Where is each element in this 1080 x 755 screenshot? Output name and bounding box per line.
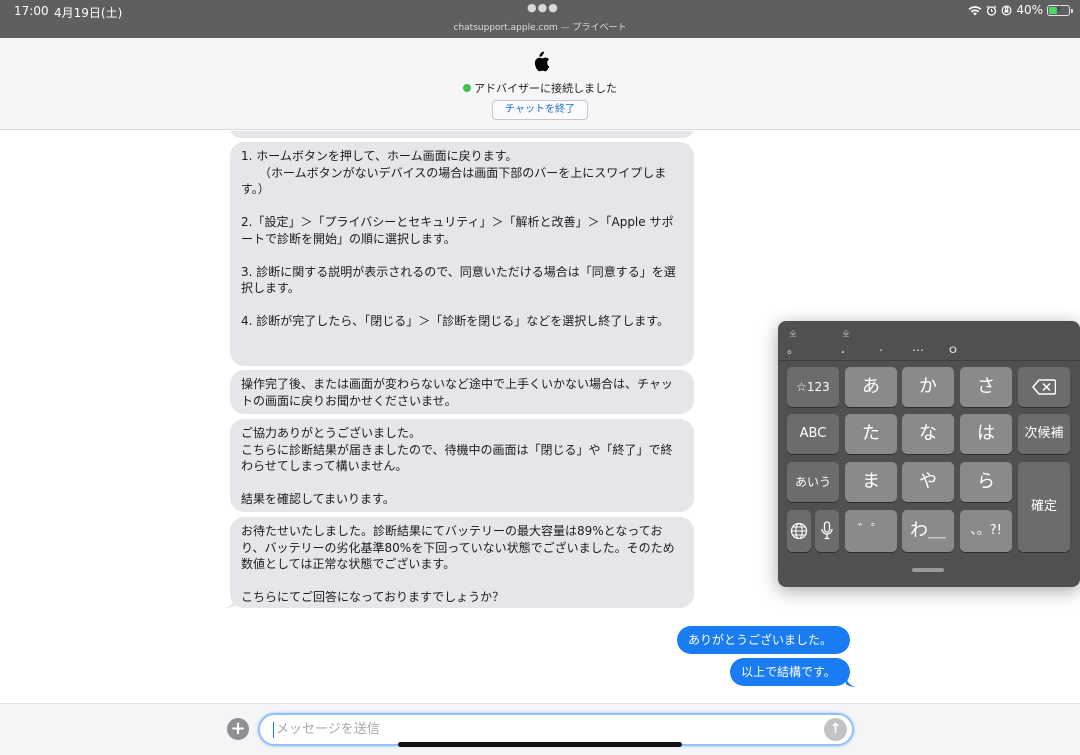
message-input[interactable] (276, 715, 816, 744)
delete-key[interactable] (1018, 367, 1070, 407)
status-date: 4月19日(土) (54, 6, 123, 20)
confirm-key[interactable]: 確定 (1018, 462, 1070, 552)
status-indicators: 40% ⚡ (968, 3, 1073, 17)
connection-status: アドバイザーに接続しました (0, 80, 1080, 96)
incoming-bubble-tail (225, 597, 235, 608)
battery-icon: ⚡ (1047, 3, 1073, 16)
message-bubble-incoming: ご協力ありがとうございました。 こちらに診断結果が届きましたので、待機中の画面は… (230, 419, 694, 512)
message-bubble-partial (230, 131, 694, 138)
text-caret (273, 722, 274, 738)
status-bar: 17:00 4月19日(土) ●●● chatsupport.apple.com… (0, 0, 1080, 38)
url-text: chatsupport.apple.com (453, 23, 558, 33)
send-button[interactable]: ↑ (824, 718, 847, 741)
alarm-icon (986, 5, 997, 16)
candidate-item[interactable]: … (906, 330, 930, 354)
keyboard-drag-handle[interactable] (912, 568, 944, 572)
charging-bolt-icon: ⚡ (1055, 3, 1063, 15)
candidate-item[interactable]: 全。 (781, 330, 805, 357)
add-attachment-button[interactable]: + (227, 718, 249, 740)
kana-key-a[interactable]: あ (845, 367, 897, 407)
abc-key[interactable]: ABC (787, 414, 839, 454)
candidate-bar: 全。 全． . … ｏ (778, 321, 1080, 361)
globe-key[interactable] (787, 510, 811, 552)
globe-icon (790, 522, 808, 540)
wifi-icon (968, 5, 982, 15)
microphone-icon (821, 521, 833, 540)
rotation-lock-icon (1001, 4, 1012, 16)
kana-key-ya[interactable]: や (902, 462, 954, 502)
candidate-item[interactable]: . (869, 330, 893, 354)
kana-key-wa[interactable]: わ＿ (902, 510, 954, 552)
symbols-key[interactable]: ☆123 (787, 367, 839, 407)
home-indicator[interactable] (398, 742, 682, 747)
kana-key-sa[interactable]: さ (960, 367, 1012, 407)
outgoing-bubble-tail (846, 676, 856, 687)
connection-status-text: アドバイザーに接続しました (474, 82, 617, 95)
punctuation-key[interactable]: 、。?! (960, 510, 1012, 552)
chat-header: アドバイザーに接続しました チャットを終了 (0, 38, 1080, 130)
delete-backspace-icon (1032, 379, 1057, 395)
next-candidate-key[interactable]: 次候補 (1018, 414, 1070, 454)
kana-key-na[interactable]: な (902, 414, 954, 454)
message-bubble-incoming: 1. ホームボタンを押して、ホーム画面に戻ります。 （ホームボタンがないデバイス… (230, 142, 694, 366)
kana-key-ra[interactable]: ら (960, 462, 1012, 502)
address-bar[interactable]: chatsupport.apple.com — プライベート (0, 20, 1080, 33)
multitasking-dots-icon[interactable]: ●●● (527, 1, 559, 14)
dakuten-key[interactable]: ゛゜ (845, 510, 897, 552)
kana-key-ha[interactable]: は (960, 414, 1012, 454)
dictation-key[interactable] (815, 510, 839, 552)
screen: { "status_bar": { "time": "17:00", "date… (0, 0, 1080, 755)
message-bubble-outgoing: ありがとうございました。 (677, 626, 850, 654)
message-bubble-incoming: 操作完了後、または画面が変わらないなど途中で上手くいかない場合は、チャットの画面… (230, 370, 694, 414)
private-label: プライベート (572, 23, 627, 33)
candidate-item[interactable]: 全． (834, 330, 858, 357)
apple-logo-icon (534, 51, 550, 72)
floating-keyboard: 全。 全． . … ｏ ☆123 あ か さ ABC た な は 次候補 あいう… (778, 321, 1080, 587)
end-chat-button[interactable]: チャットを終了 (492, 100, 588, 120)
kana-key-ka[interactable]: か (902, 367, 954, 407)
kana-key-ma[interactable]: ま (845, 462, 897, 502)
status-time: 17:00 (14, 4, 49, 18)
battery-percent: 40% (1016, 3, 1043, 17)
connected-dot-icon (463, 84, 471, 92)
kana-key-ta[interactable]: た (845, 414, 897, 454)
message-bubble-outgoing: 以上で結構です。 (730, 658, 850, 686)
candidate-item[interactable]: ｏ (941, 330, 965, 357)
message-bubble-incoming: お待たせいたしました。診断結果にてバッテリーの最大容量は89%となっており、バッ… (230, 517, 694, 608)
hiragana-mode-key[interactable]: あいう (787, 462, 839, 502)
message-compose-bar: + ↑ (0, 703, 1080, 755)
